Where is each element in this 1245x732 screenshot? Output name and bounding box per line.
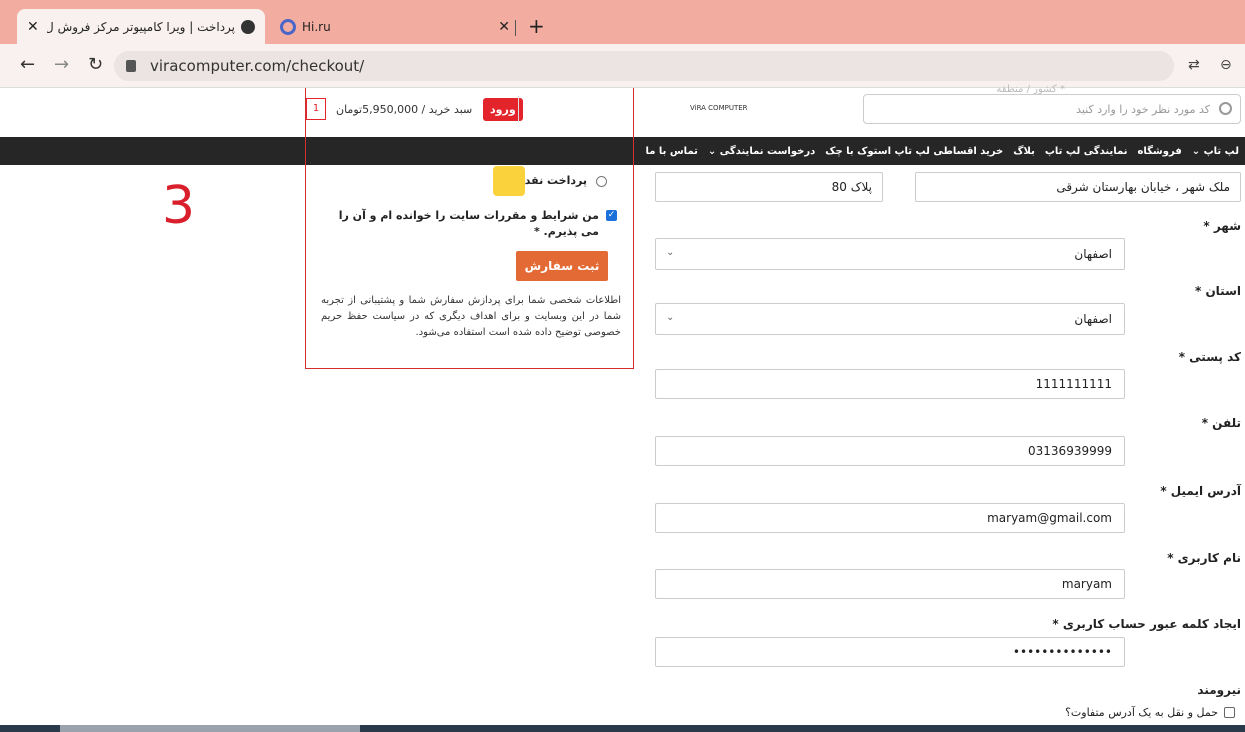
tab-title: Hi.ru — [302, 19, 331, 34]
privacy-text: اطلاعات شخصی شما برای پردازش سفارش شما و… — [321, 295, 621, 338]
city-label: شهر * — [1203, 219, 1241, 233]
postcode-label: کد پستی * — [1178, 350, 1241, 364]
postcode-field[interactable]: 1111111111 — [655, 369, 1125, 399]
tab-checkout[interactable]: پرداخت | ویرا کامپیوتر مرکز فروش ل ✕ — [17, 9, 265, 44]
cash-payment-radio[interactable] — [596, 176, 607, 187]
forward-button[interactable]: → — [54, 54, 69, 75]
reload-button[interactable]: ↻ — [88, 54, 103, 75]
browser-tabstrip: پرداخت | ویرا کامپیوتر مرکز فروش ل ✕ Hi.… — [0, 0, 1245, 44]
state-label: استان * — [1194, 284, 1241, 298]
web-page: کشور / منطقه * کد مورد نظر خود را وارد ک… — [0, 84, 1245, 732]
email-field[interactable]: maryam@gmail.com — [655, 503, 1125, 533]
url-text: viracomputer.com/checkout/ — [150, 57, 365, 75]
password-field[interactable]: •••••••••••••• — [655, 637, 1125, 667]
state-value: اصفهان — [1074, 312, 1112, 326]
address-bar[interactable]: viracomputer.com/checkout/ — [114, 51, 1174, 81]
address-unit-field[interactable]: پلاک 80 — [655, 172, 883, 202]
city-select[interactable]: اصفهان ⌄ — [655, 238, 1125, 270]
taskbar — [0, 725, 1245, 732]
close-tab-icon[interactable]: ✕ — [27, 19, 39, 35]
place-order-button[interactable]: ثبت سفارش — [516, 251, 608, 281]
ship-different-checkbox[interactable] — [1224, 707, 1235, 718]
new-tab-button[interactable]: + — [528, 14, 545, 38]
billing-form: ملک شهر ، خیابان بهارستان شرقی پلاک 80 ش… — [655, 88, 1241, 732]
phone-label: تلفن * — [1201, 416, 1241, 430]
username-field[interactable]: maryam — [655, 569, 1125, 599]
payment-logo-icon — [493, 166, 525, 196]
company-label: نیرومند — [1197, 683, 1241, 697]
username-label: نام کاربری * — [1167, 551, 1241, 565]
hiru-icon — [280, 18, 296, 35]
city-value: اصفهان — [1074, 247, 1112, 261]
taskbar-item[interactable] — [60, 725, 360, 732]
close-tab-icon[interactable]: ✕ — [498, 19, 510, 35]
state-select[interactable]: اصفهان ⌄ — [655, 303, 1125, 335]
password-label: ایجاد کلمه عبور حساب کاربری * — [1052, 617, 1241, 631]
terms-label: من شرایط و مقررات سایت را خوانده ام و آن… — [338, 209, 599, 238]
browser-toolbar: ← → ↻ viracomputer.com/checkout/ ⇄ ⊖ — [0, 44, 1245, 88]
terms-checkbox[interactable]: ✓ — [606, 210, 617, 221]
lock-icon — [126, 60, 136, 72]
back-button[interactable]: ← — [20, 54, 35, 75]
tab-separator — [515, 20, 516, 36]
email-label: آدرس ایمیل * — [1160, 484, 1241, 498]
street-address-field[interactable]: ملک شهر ، خیابان بهارستان شرقی — [915, 172, 1241, 202]
annotation-number: 3 — [162, 176, 196, 236]
chevron-down-icon: ⌄ — [666, 312, 675, 323]
zoom-icon[interactable]: ⊖ — [1220, 57, 1232, 73]
order-review-box: پرداخت نقدی ✓ من شرایط و مقررات سایت را … — [305, 88, 634, 369]
tab-title: پرداخت | ویرا کامپیوتر مرکز فروش ل — [46, 19, 235, 34]
phone-field[interactable]: 03136939999 — [655, 436, 1125, 466]
cash-payment-label: پرداخت نقدی — [514, 174, 587, 187]
globe-icon — [241, 19, 255, 34]
translate-icon[interactable]: ⇄ — [1188, 57, 1200, 73]
chevron-down-icon: ⌄ — [666, 247, 675, 258]
ship-different-row: حمل و نقل به یک آدرس متفاوت؟ — [1065, 706, 1241, 719]
tab-hiru[interactable]: Hi.ru ✕ — [270, 9, 520, 44]
ship-different-label: حمل و نقل به یک آدرس متفاوت؟ — [1065, 706, 1218, 719]
